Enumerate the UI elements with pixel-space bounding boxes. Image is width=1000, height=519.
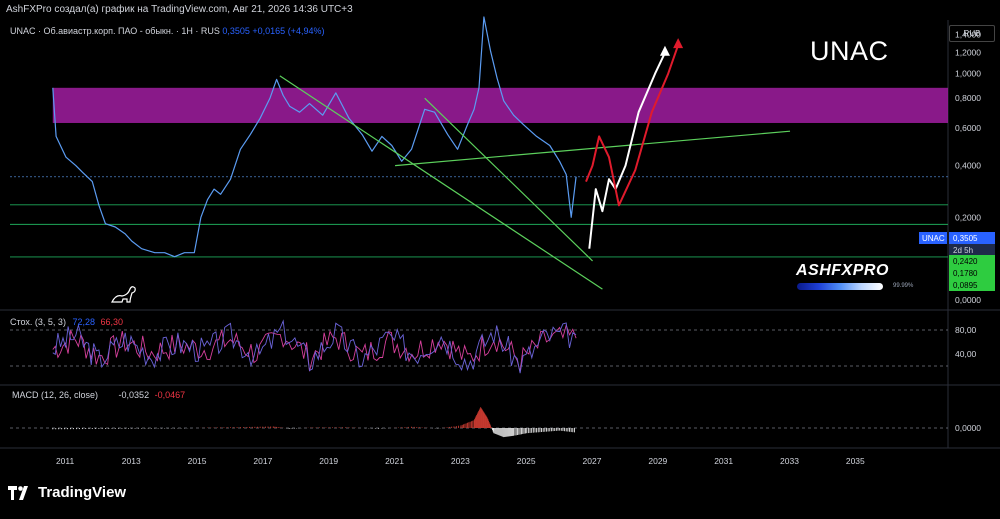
- price-axis-tick-label: 0,8000: [955, 93, 981, 103]
- x-axis-tick-label: 2013: [122, 456, 141, 466]
- forecast-arrowhead-red: [673, 38, 684, 49]
- resistance-zone: [52, 87, 949, 123]
- dino-icon: [111, 286, 136, 303]
- forecast-arrowhead-white: [659, 45, 670, 56]
- publisher-line: AshFXPro создал(а) график на TradingView…: [6, 4, 353, 15]
- symbol-line: UNAC · Об.авиастр.корп. ПАО - обыкн. · 1…: [10, 26, 220, 36]
- price-axis-tick-label: 0,2000: [955, 212, 981, 222]
- x-axis-tick-label: 2027: [583, 456, 602, 466]
- x-axis-tick-label: 2035: [846, 456, 865, 466]
- symbol-legend: UNAC · Об.авиастр.корп. ПАО - обыкн. · 1…: [10, 26, 324, 36]
- price-line: [52, 16, 577, 258]
- price-label-value: 0,1780: [953, 269, 978, 278]
- price-axis-tick-label: 0,4000: [955, 161, 981, 171]
- price-label-value: 0,0895: [953, 281, 978, 290]
- x-axis-tick-label: 2017: [253, 456, 272, 466]
- x-axis-tick-label: 2021: [385, 456, 404, 466]
- macd-value: -0,0352: [118, 390, 150, 400]
- tv-logo-text: TradingView: [38, 484, 127, 501]
- tv-logo-icon: [8, 485, 28, 500]
- brand-progress-label: 99.99%: [893, 283, 914, 289]
- brand-name: ASHFXPRO: [796, 262, 889, 279]
- price-axis-tick-label: 0,0000: [955, 295, 981, 305]
- tradingview-logo[interactable]: TradingView: [8, 484, 126, 501]
- x-axis-tick-label: 2025: [517, 456, 536, 466]
- stoch-d-value: 66,30: [100, 317, 124, 327]
- macd-title: MACD (12, 26, close): [12, 390, 99, 400]
- x-axis-tick-label: 2019: [319, 456, 338, 466]
- price-axis-tick-label: 1,2000: [955, 48, 981, 58]
- stoch-title: Стох. (3, 5, 3): [10, 317, 66, 327]
- macd-legend: MACD (12, 26, close) -0,0352 -0,0467: [12, 390, 185, 400]
- price-change: +0,0165 (+4,94%): [252, 26, 325, 36]
- stoch-axis-tick-label: 80,00: [955, 325, 977, 335]
- x-axis-tick-label: 2023: [451, 456, 470, 466]
- price-label-value: 0,3505: [953, 234, 978, 243]
- macd-signal-value: -0,0467: [154, 390, 186, 400]
- price-label-symbol: UNAC: [922, 234, 945, 243]
- stoch-k-value: 72,28: [72, 317, 95, 327]
- price-label-value: 0,2420: [953, 257, 978, 266]
- price-axis-tick-label: 1,0000: [955, 69, 981, 79]
- x-axis-tick-label: 2029: [648, 456, 667, 466]
- forecast-path-red: [585, 44, 680, 207]
- trendline: [395, 130, 791, 167]
- stoch-d-line: [52, 323, 577, 372]
- symbol-watermark: UNAC: [810, 36, 889, 66]
- chart-canvas[interactable]: 1,40001,20001,00000,80000,60000,40000,20…: [0, 0, 1000, 514]
- x-axis-tick-label: 2033: [780, 456, 799, 466]
- x-axis-tick-label: 2031: [714, 456, 733, 466]
- x-axis-tick-label: 2011: [56, 456, 75, 466]
- price-axis-tick-label: 0,6000: [955, 123, 981, 133]
- stoch-axis-tick-label: 40,00: [955, 349, 977, 359]
- stoch-legend: Стох. (3, 5, 3) 72,28 66,30: [10, 317, 123, 327]
- chart-root: 1,4000 1,2000 1,0000 0,8000 0,6000 0,4000 0,20…: [0, 0, 1000, 514]
- last-price: 0,3505: [222, 26, 250, 36]
- currency-button[interactable]: RUB: [949, 25, 995, 42]
- price-label-value: 2d 5h: [953, 246, 973, 255]
- x-axis-tick-label: 2015: [188, 456, 207, 466]
- forecast-path-white: [588, 52, 666, 249]
- brand-progress-bar: [797, 283, 883, 290]
- macd-axis-tick-label: 0,0000: [955, 423, 981, 433]
